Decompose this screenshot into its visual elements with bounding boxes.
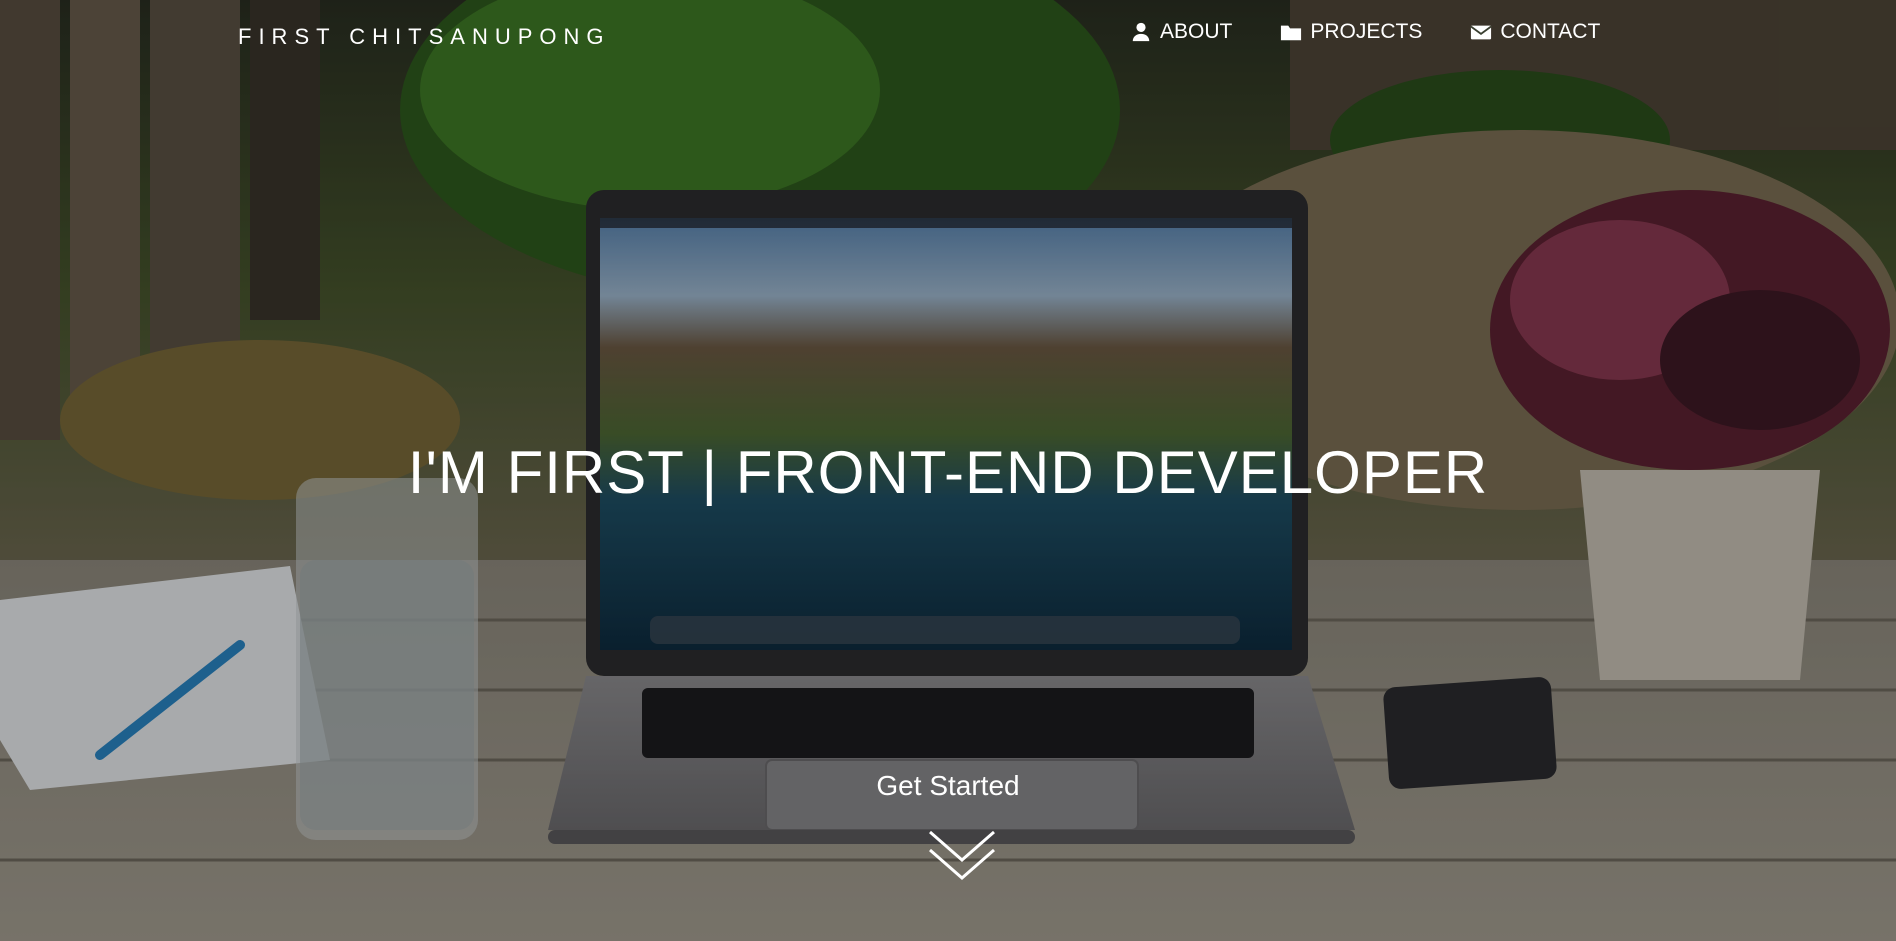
envelope-icon — [1470, 25, 1492, 40]
folder-icon — [1281, 25, 1302, 41]
double-chevron-down-icon[interactable] — [926, 826, 998, 886]
nav-item-label: CONTACT — [1500, 20, 1601, 43]
hero-headline: I'M FIRST | FRONT-END DEVELOPER — [407, 439, 1489, 507]
nav-item-label: ABOUT — [1160, 20, 1233, 43]
nav-item-label: PROJECTS — [1310, 20, 1423, 43]
nav-links: ABOUT PROJECTS CONTACT — [1130, 20, 1600, 44]
top-navbar: FIRST CHITSANUPONG ABOUT PROJECTS CONTAC… — [0, 0, 1896, 72]
brand-logo[interactable]: FIRST CHITSANUPONG — [238, 24, 611, 50]
hero-section: FIRST CHITSANUPONG ABOUT PROJECTS CONTAC… — [0, 0, 1896, 941]
nav-item-about[interactable]: ABOUT — [1130, 20, 1232, 44]
nav-item-contact[interactable]: CONTACT — [1470, 20, 1600, 44]
get-started-button[interactable]: Get Started — [848, 770, 1048, 802]
user-icon — [1132, 22, 1150, 42]
nav-item-projects[interactable]: PROJECTS — [1280, 20, 1422, 44]
